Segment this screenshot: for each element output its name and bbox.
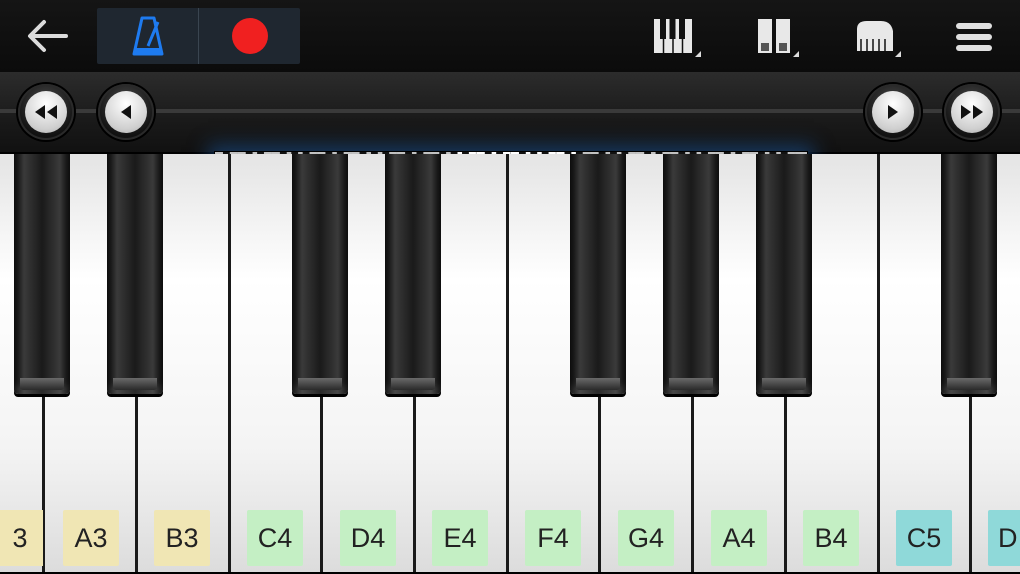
hamburger-menu-icon (956, 23, 992, 51)
record-icon (231, 18, 268, 54)
black-key[interactable] (292, 154, 348, 394)
instrument-button[interactable] (850, 12, 902, 62)
key-label: D (988, 510, 1020, 566)
key-label: B4 (803, 510, 859, 566)
previous-icon (121, 105, 131, 119)
fast-forward-button[interactable] (944, 84, 1000, 140)
key-label: 3 (0, 510, 48, 566)
key-label: E4 (432, 510, 488, 566)
black-key[interactable] (107, 154, 163, 394)
record-button[interactable] (198, 8, 300, 64)
key-label: D4 (340, 510, 396, 566)
black-key[interactable] (570, 154, 626, 394)
previous-button[interactable] (98, 84, 154, 140)
metronome-button[interactable] (97, 8, 198, 64)
key-label: C4 (247, 510, 303, 566)
piano-keyboard: 3 A3 B3 C4 D4 E4 F4 G4 A4 B4 C5 D (0, 154, 1020, 574)
black-key[interactable] (941, 154, 997, 394)
fast-forward-icon (961, 105, 983, 119)
metronome-record-group (97, 8, 300, 64)
keyboard-navigator (0, 72, 1020, 220)
dual-keyboard-button[interactable] (748, 12, 800, 62)
fast-rewind-button[interactable] (18, 84, 74, 140)
black-key[interactable] (756, 154, 812, 394)
next-icon (888, 105, 898, 119)
top-toolbar (0, 0, 1020, 72)
piano-keys-icon (654, 19, 701, 57)
key-label: G4 (618, 510, 674, 566)
black-key[interactable] (14, 154, 70, 394)
next-button[interactable] (865, 84, 921, 140)
key-label: A4 (711, 510, 767, 566)
back-arrow-icon (28, 20, 68, 52)
metronome-icon (132, 16, 163, 56)
key-label: C5 (896, 510, 952, 566)
keys-count-button[interactable] (650, 12, 702, 62)
back-button[interactable] (22, 16, 72, 56)
fast-rewind-icon (35, 105, 57, 119)
key-label: B3 (154, 510, 210, 566)
dual-keyboard-icon (758, 19, 799, 57)
key-label: A3 (63, 510, 119, 566)
key-label: F4 (525, 510, 581, 566)
grand-piano-icon (857, 21, 901, 57)
black-key[interactable] (385, 154, 441, 394)
menu-button[interactable] (948, 12, 1000, 62)
black-key[interactable] (663, 154, 719, 394)
